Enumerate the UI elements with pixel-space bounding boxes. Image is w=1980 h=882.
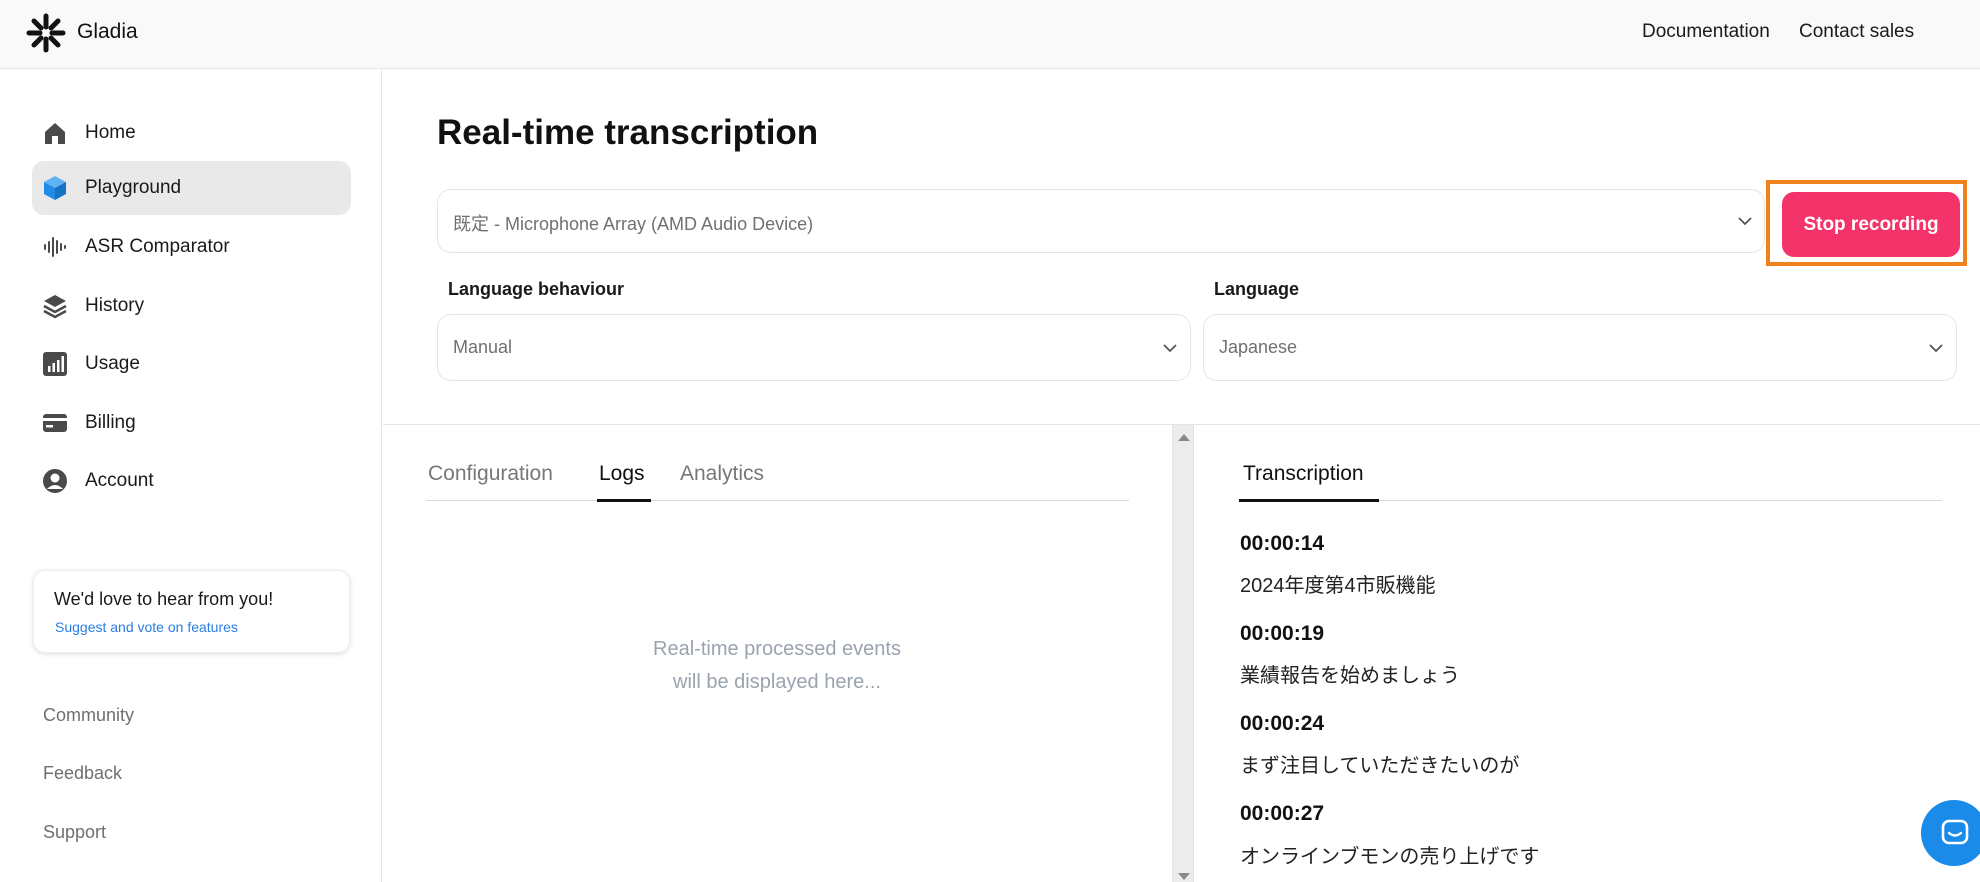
stop-recording-button[interactable]: Stop recording bbox=[1782, 192, 1960, 257]
entry-timestamp: 00:00:14 bbox=[1240, 532, 1325, 555]
sidebar-item-label: History bbox=[85, 295, 145, 316]
scroll-up-icon[interactable] bbox=[1178, 434, 1190, 441]
community-link[interactable]: Community bbox=[43, 705, 134, 726]
entry-text: まず注目していただきたいのが bbox=[1240, 755, 1520, 777]
active-tab-indicator bbox=[597, 499, 651, 502]
chevron-down-icon bbox=[1163, 344, 1177, 353]
entry-timestamp: 00:00:24 bbox=[1240, 712, 1325, 735]
language-value: Japanese bbox=[1219, 337, 1298, 357]
chat-icon bbox=[1941, 819, 1969, 845]
contact-sales-link[interactable]: Contact sales bbox=[1799, 21, 1914, 43]
gladia-logo-icon[interactable] bbox=[26, 13, 66, 53]
scroll-down-icon[interactable] bbox=[1178, 873, 1190, 880]
language-behaviour-select[interactable]: Manual bbox=[437, 314, 1191, 381]
user-circle-icon bbox=[43, 469, 67, 493]
vertical-scrollbar[interactable] bbox=[1172, 425, 1194, 882]
logs-empty-message-line: Real-time processed events bbox=[653, 638, 901, 660]
tab-configuration[interactable]: Configuration bbox=[428, 462, 553, 486]
feedback-card: We'd love to hear from you! Suggest and … bbox=[33, 570, 350, 653]
sidebar-item-label: Billing bbox=[85, 412, 136, 433]
entry-timestamp: 00:00:19 bbox=[1240, 622, 1325, 645]
sidebar-item-label: Home bbox=[85, 122, 136, 143]
language-select[interactable]: Japanese bbox=[1203, 314, 1957, 381]
chat-launcher-button[interactable] bbox=[1921, 800, 1980, 866]
logs-empty-message: Real-time processed events will be displ… bbox=[590, 633, 964, 699]
waveform-icon bbox=[44, 237, 66, 257]
sidebar-item-account[interactable]: Account bbox=[32, 454, 351, 508]
sidebar-item-label: ASR Comparator bbox=[85, 236, 230, 257]
home-icon bbox=[45, 123, 65, 144]
sidebar-item-billing[interactable]: Billing bbox=[32, 396, 351, 450]
sidebar-item-asr-comparator[interactable]: ASR Comparator bbox=[32, 220, 351, 274]
page-title: Real-time transcription bbox=[437, 113, 819, 152]
stop-recording-highlight: Stop recording bbox=[1766, 180, 1967, 266]
bar-chart-icon bbox=[43, 352, 67, 376]
logs-empty-message-line: will be displayed here... bbox=[673, 671, 881, 693]
feedback-link[interactable]: Feedback bbox=[43, 763, 122, 784]
language-label: Language bbox=[1214, 279, 1300, 299]
sidebar: Home Playground ASR Comparator History U… bbox=[0, 70, 382, 882]
microphone-select[interactable]: 既定 - Microphone Array (AMD Audio Device) bbox=[437, 189, 1765, 253]
sidebar-item-history[interactable]: History bbox=[32, 279, 351, 333]
microphone-select-value: 既定 - Microphone Array (AMD Audio Device) bbox=[453, 214, 814, 234]
tab-transcription[interactable]: Transcription bbox=[1243, 462, 1364, 486]
sidebar-item-home[interactable]: Home bbox=[32, 106, 351, 160]
suggest-features-link[interactable]: Suggest and vote on features bbox=[55, 619, 238, 635]
sidebar-item-label: Playground bbox=[85, 177, 182, 198]
entry-timestamp: 00:00:27 bbox=[1240, 802, 1325, 825]
chevron-down-icon bbox=[1929, 344, 1943, 353]
tab-logs[interactable]: Logs bbox=[599, 462, 645, 486]
cube-icon bbox=[44, 176, 66, 200]
entry-text: 2024年度第4市販機能 bbox=[1240, 575, 1436, 597]
top-bar: Gladia Documentation Contact sales bbox=[0, 0, 1980, 69]
entry-text: 業績報告を始めましょう bbox=[1240, 665, 1460, 687]
brand-name[interactable]: Gladia bbox=[77, 20, 138, 44]
sidebar-item-usage[interactable]: Usage bbox=[32, 337, 351, 391]
sidebar-item-label: Usage bbox=[85, 353, 140, 374]
entry-text: オンラインブモンの売り上げです bbox=[1240, 846, 1540, 868]
tab-analytics[interactable]: Analytics bbox=[680, 462, 764, 486]
sidebar-item-playground[interactable]: Playground bbox=[32, 161, 351, 215]
tabs-divider bbox=[426, 500, 1129, 501]
documentation-link[interactable]: Documentation bbox=[1642, 21, 1770, 43]
language-behaviour-label: Language behaviour bbox=[448, 279, 625, 299]
chevron-down-icon bbox=[1738, 217, 1752, 226]
sidebar-item-label: Account bbox=[85, 470, 154, 491]
support-link[interactable]: Support bbox=[43, 822, 106, 843]
layers-icon bbox=[43, 295, 67, 319]
feedback-card-title: We'd love to hear from you! bbox=[54, 589, 274, 609]
active-tab-indicator bbox=[1239, 499, 1379, 502]
language-behaviour-value: Manual bbox=[453, 337, 513, 357]
credit-card-icon bbox=[43, 414, 67, 432]
